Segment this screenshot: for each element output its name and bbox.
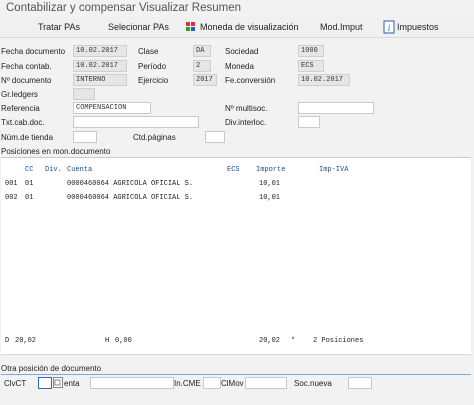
col-importe-header: Importe: [256, 166, 286, 174]
positions-count: 2 Posiciones: [313, 337, 364, 345]
row-number: 002: [5, 194, 18, 202]
balance-status-star: *: [291, 337, 296, 345]
clase-field[interactable]: DA: [193, 45, 211, 57]
seleccionar-pas-button[interactable]: Selecionar PAs: [108, 20, 169, 34]
total-debit-value: 20,02: [15, 337, 37, 345]
fecha-documento-field[interactable]: 10.02.2017: [73, 45, 127, 57]
row-cc: 01: [25, 180, 34, 188]
moneda-visualizacion-label: Moneda de visualización: [200, 22, 299, 32]
fecha-documento-label: Fecha documento: [1, 47, 66, 56]
total-credit-value: 0,00: [115, 337, 132, 345]
window-title: Contabilizar y compensar Visualizar Resu…: [6, 2, 242, 14]
info-icon: i: [383, 20, 395, 34]
clmov-label: ClMov: [221, 379, 244, 388]
clvct-field[interactable]: [38, 377, 52, 389]
positions-grid: CC Div. Cuenta ECS Importe Imp-IVA 001 0…: [1, 157, 471, 355]
ejercicio-label: Ejercicio: [138, 76, 169, 85]
ctd-paginas-field[interactable]: [205, 131, 225, 143]
impuestos-button[interactable]: i Impuestos: [383, 20, 439, 34]
tratar-pas-button[interactable]: Tratar PAs: [38, 20, 80, 34]
otra-posicion-section-title: Otra posición de documento: [1, 363, 471, 375]
soc-nueva-label: Soc.nueva: [294, 379, 332, 388]
currency-grid-icon: [186, 22, 195, 31]
moneda-visualizacion-button[interactable]: Moneda de visualización: [185, 20, 299, 34]
clmov-field[interactable]: [245, 377, 287, 389]
in-cme-label: In.CME: [174, 379, 201, 388]
clase-label: Clase: [138, 47, 159, 56]
row-cuenta: 0000460064 AGRICOLA OFICIAL S.: [67, 180, 194, 188]
fe-conversion-field[interactable]: 10.02.2017: [298, 74, 350, 86]
row-cc: 01: [25, 194, 34, 202]
moneda-label: Moneda: [225, 62, 254, 71]
row-cuenta: 0000460064 AGRICOLA OFICIAL S.: [67, 194, 194, 202]
sociedad-field[interactable]: 1000: [298, 45, 324, 57]
col-cuenta-header: Cuenta: [67, 166, 93, 174]
ejercicio-field[interactable]: 2017: [193, 74, 217, 86]
cuenta-label: enta: [64, 379, 80, 388]
periodo-label: Período: [138, 62, 167, 71]
col-cc-header: CC: [25, 166, 34, 174]
grid-edit-icon: [6, 20, 18, 34]
application-toolbar: Tratar PAs Selecionar PAs Moneda de visu…: [0, 17, 474, 38]
gr-ledgers-label: Gr.ledgers: [1, 90, 38, 99]
col-ecs-header: ECS: [227, 166, 240, 174]
col-imp-iva-header: Imp-IVA: [319, 166, 349, 174]
total-debit-label: D: [5, 337, 10, 345]
total-balance-value: 20,02: [259, 337, 281, 345]
total-credit-label: H: [105, 337, 110, 345]
num-tienda-field[interactable]: [73, 131, 97, 143]
referencia-label: Referencia: [1, 104, 40, 113]
fe-conversion-label: Fe.conversión: [225, 76, 276, 85]
clvct-label: ClvCT: [4, 379, 27, 388]
row-number: 001: [5, 180, 18, 188]
impuestos-label: Impuestos: [397, 22, 439, 32]
no-documento-field[interactable]: INTERNO: [73, 74, 127, 86]
col-div-header: Div.: [45, 166, 62, 174]
tratar-pas-icon-button[interactable]: [6, 20, 22, 34]
mod-imput-button[interactable]: Mod.Imput: [320, 20, 363, 34]
periodo-field[interactable]: 2: [193, 60, 211, 72]
soc-nueva-field[interactable]: [348, 377, 372, 389]
fecha-contab-field[interactable]: 10.02.2017: [73, 60, 127, 72]
gr-ledgers-field[interactable]: [73, 88, 95, 100]
num-tienda-label: Núm.de tienda: [1, 133, 54, 142]
ctd-paginas-label: Ctd.páginas: [133, 133, 176, 142]
search-help-icon[interactable]: [53, 377, 63, 388]
moneda-field[interactable]: ECS: [298, 60, 324, 72]
txt-cab-doc-label: Txt.cab.doc.: [1, 118, 45, 127]
referencia-field[interactable]: COMPENSACION: [73, 102, 151, 114]
row-importe: 10,01: [259, 180, 281, 188]
sociedad-label: Sociedad: [225, 47, 259, 56]
div-interloc-label: Div.interloc.: [225, 118, 267, 127]
cuenta-field[interactable]: [90, 377, 174, 389]
multisoc-field[interactable]: [298, 102, 374, 114]
row-importe: 10,01: [259, 194, 281, 202]
fecha-contab-label: Fecha contab.: [1, 62, 52, 71]
multisoc-label: Nº multisoc.: [225, 104, 268, 113]
div-interloc-field[interactable]: [298, 116, 320, 128]
txt-cab-doc-field[interactable]: [73, 116, 199, 128]
in-cme-field[interactable]: [203, 377, 221, 389]
no-documento-label: Nº documento: [1, 76, 52, 85]
